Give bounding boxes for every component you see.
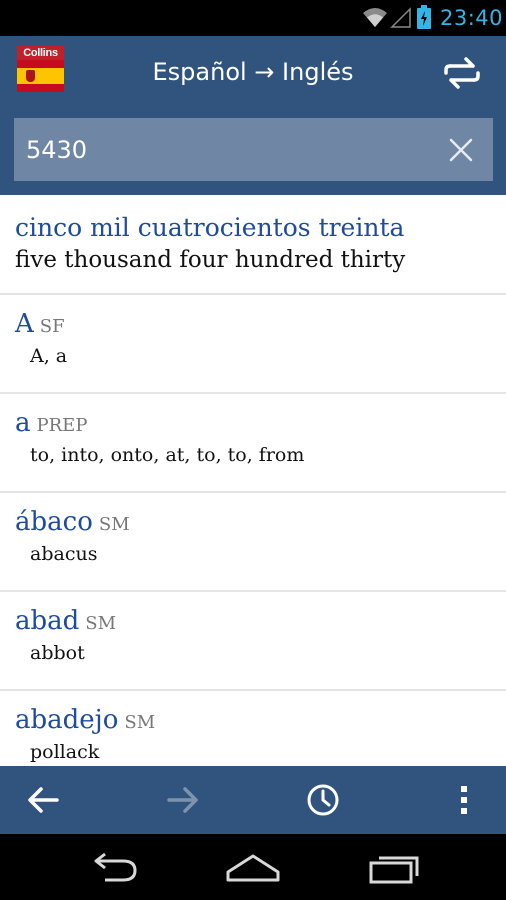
- results-list: cinco mil cuatrocientos treinta five tho…: [0, 195, 506, 766]
- nav-home-icon[interactable]: [223, 852, 283, 884]
- entry-headword: cinco mil cuatrocientos treinta: [15, 213, 405, 242]
- nav-back-icon[interactable]: [83, 852, 143, 884]
- list-item[interactable]: a PREP to, into, onto, at, to, to, from: [0, 394, 506, 493]
- list-item[interactable]: abadejo SM pollack: [0, 691, 506, 766]
- list-item[interactable]: A SF A, a: [0, 295, 506, 394]
- entry-translation: five thousand four hundred thirty: [15, 247, 406, 273]
- swap-languages-icon[interactable]: [440, 51, 484, 95]
- list-item[interactable]: ábaco SM abacus: [0, 493, 506, 592]
- forward-arrow-icon[interactable]: [163, 780, 203, 820]
- entry-translation: abbot: [30, 642, 85, 664]
- search-input[interactable]: [14, 118, 434, 181]
- number-translation-entry[interactable]: cinco mil cuatrocientos treinta five tho…: [0, 195, 506, 295]
- entry-translation: A, a: [30, 345, 68, 367]
- search-box: [14, 118, 493, 181]
- entry-headword: abad: [15, 606, 80, 636]
- status-time: 23:40: [440, 6, 504, 30]
- entry-pos: PREP: [36, 415, 88, 436]
- entry-pos: SF: [39, 316, 65, 337]
- entry-headword: A: [15, 309, 34, 339]
- system-nav-bar: [0, 834, 506, 900]
- cell-signal-icon: [390, 7, 411, 28]
- nav-recents-icon[interactable]: [365, 852, 425, 884]
- entry-translation: pollack: [30, 741, 100, 763]
- action-bar: Collins Español → Inglés: [0, 36, 506, 195]
- back-arrow-icon[interactable]: [23, 780, 63, 820]
- entry-headword: abadejo: [15, 705, 119, 735]
- language-direction-title: Español → Inglés: [152, 58, 354, 86]
- battery-charging-icon: [417, 5, 431, 29]
- overflow-menu-icon[interactable]: [444, 780, 484, 820]
- entry-translation: abacus: [30, 543, 98, 565]
- clear-search-icon[interactable]: [446, 135, 476, 165]
- entry-headword: a: [15, 408, 31, 438]
- wifi-icon: [363, 8, 387, 27]
- entry-headword: ábaco: [15, 507, 93, 537]
- entry-pos: SM: [85, 613, 117, 634]
- entry-pos: SM: [124, 712, 156, 733]
- list-item[interactable]: abad SM abbot: [0, 592, 506, 691]
- history-clock-icon[interactable]: [303, 780, 343, 820]
- bottom-toolbar: [0, 766, 506, 834]
- status-bar: 23:40: [0, 0, 506, 36]
- entry-pos: SM: [98, 514, 130, 535]
- entry-translation: to, into, onto, at, to, to, from: [30, 444, 305, 466]
